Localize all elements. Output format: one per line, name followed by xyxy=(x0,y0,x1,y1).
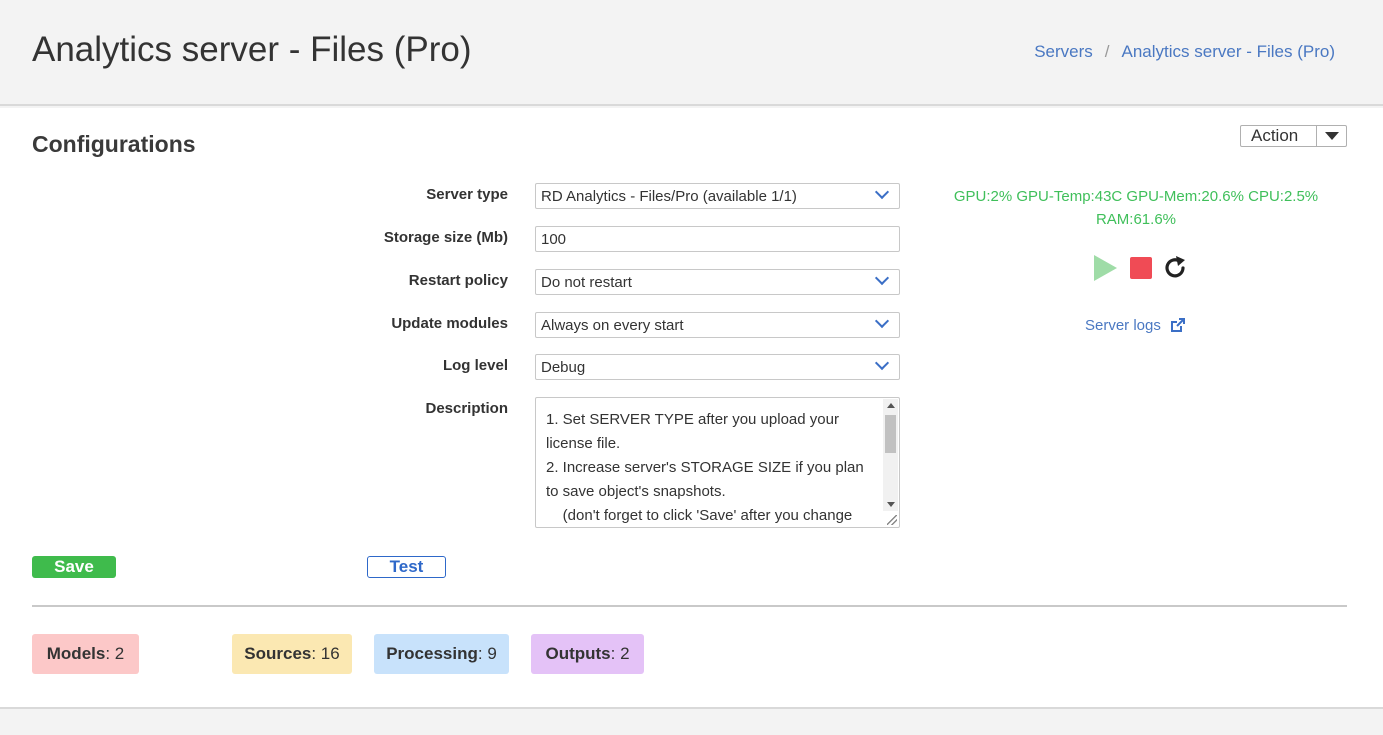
save-button[interactable]: Save xyxy=(32,556,116,578)
description-line: 1. Set SERVER TYPE after you upload your… xyxy=(546,411,844,452)
scroll-down-arrow-icon[interactable] xyxy=(887,502,895,507)
badge-label: Processing xyxy=(386,644,478,663)
storage-size-label: Storage size (Mb) xyxy=(383,229,508,246)
log-level-label: Log level xyxy=(442,357,508,374)
chevron-down-icon xyxy=(874,313,890,329)
stats-line-ram: RAM:61.6% xyxy=(1095,211,1177,228)
server-logs-link[interactable]: Server logs xyxy=(1085,317,1186,334)
update-modules-value: Always on every start xyxy=(541,317,684,334)
models-badge[interactable]: Models: 2 xyxy=(32,634,139,674)
scroll-up-arrow-icon[interactable] xyxy=(887,403,895,408)
storage-size-value: 100 xyxy=(541,231,567,248)
update-modules-select[interactable]: Always on every start xyxy=(535,312,900,338)
restart-policy-select[interactable]: Do not restart xyxy=(535,269,900,295)
restart-policy-label: Restart policy xyxy=(408,272,508,289)
description-line: 2. Increase server's STORAGE SIZE if you… xyxy=(546,459,868,500)
description-label: Description xyxy=(425,400,508,417)
stats-line-gpu-cpu: GPU:2% GPU-Temp:43C GPU-Mem:20.6% CPU:2.… xyxy=(953,188,1319,205)
divider xyxy=(32,605,1347,607)
server-logs-label: Server logs xyxy=(1085,317,1161,334)
resource-stats: GPU:2% GPU-Temp:43C GPU-Mem:20.6% CPU:2.… xyxy=(940,185,1332,231)
description-scrollbar[interactable] xyxy=(883,399,898,511)
description-line: (don't forget to click 'Save' after you … xyxy=(546,507,853,524)
chevron-down-icon xyxy=(874,355,890,371)
breadcrumb-servers-link[interactable]: Servers xyxy=(1034,42,1093,61)
description-textarea[interactable]: 1. Set SERVER TYPE after you upload your… xyxy=(535,397,900,528)
scroll-thumb[interactable] xyxy=(885,415,896,453)
log-level-value: Debug xyxy=(541,359,586,376)
server-type-value: RD Analytics - Files/Pro (available 1/1) xyxy=(541,188,797,205)
play-icon[interactable] xyxy=(1094,255,1117,281)
breadcrumb-current-link[interactable]: Analytics server - Files (Pro) xyxy=(1122,42,1335,61)
badge-label: Sources xyxy=(244,644,312,663)
action-label: Action xyxy=(1251,126,1299,145)
badge-label: Models xyxy=(46,644,106,663)
external-link-icon xyxy=(1170,318,1185,332)
breadcrumb: Servers / Analytics server - Files (Pro) xyxy=(1034,42,1335,62)
chevron-down-icon xyxy=(874,270,890,286)
action-dropdown-button[interactable]: Action xyxy=(1240,125,1347,147)
badge-count: : 2 xyxy=(610,644,630,663)
outputs-badge[interactable]: Outputs: 2 xyxy=(531,634,644,674)
storage-size-input[interactable]: 100 xyxy=(535,226,900,252)
page-header: Analytics server - Files (Pro) Servers / A… xyxy=(0,0,1383,106)
chevron-down-icon xyxy=(874,184,890,200)
sources-badge[interactable]: Sources: 16 xyxy=(232,634,352,674)
badge-count: : 9 xyxy=(477,644,497,663)
processing-badge[interactable]: Processing: 9 xyxy=(374,634,509,674)
refresh-icon[interactable] xyxy=(1162,255,1188,281)
configurations-panel: Configurations Action Server type RD Ana… xyxy=(0,108,1383,709)
page-title: Analytics server - Files (Pro) xyxy=(32,30,472,69)
badge-count: : 16 xyxy=(311,644,340,663)
section-title: Configurations xyxy=(32,131,196,157)
badge-label: Outputs xyxy=(545,644,611,663)
resize-grip-icon[interactable] xyxy=(887,515,897,525)
stop-icon[interactable] xyxy=(1130,257,1152,279)
server-type-select[interactable]: RD Analytics - Files/Pro (available 1/1) xyxy=(535,183,900,209)
update-modules-label: Update modules xyxy=(391,315,508,332)
restart-policy-value: Do not restart xyxy=(541,274,632,291)
log-level-select[interactable]: Debug xyxy=(535,354,900,380)
server-controls xyxy=(1092,255,1192,283)
server-type-label: Server type xyxy=(426,186,508,203)
breadcrumb-separator: / xyxy=(1104,42,1110,61)
caret-down-icon[interactable] xyxy=(1316,126,1346,146)
badge-count: : 2 xyxy=(105,644,125,663)
test-button[interactable]: Test xyxy=(367,556,446,578)
